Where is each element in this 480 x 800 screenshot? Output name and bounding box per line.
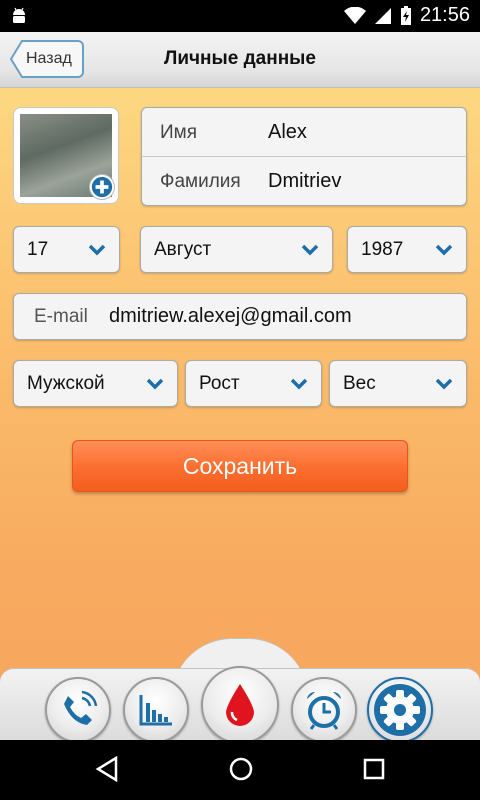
tab-glucose[interactable] bbox=[201, 666, 279, 740]
tab-settings[interactable] bbox=[367, 677, 433, 740]
gender-value: Мужской bbox=[27, 373, 105, 394]
back-nav-icon[interactable] bbox=[95, 756, 119, 782]
last-name-label: Фамилия bbox=[160, 171, 241, 192]
chevron-down-icon bbox=[88, 244, 106, 256]
first-name-label: Имя bbox=[160, 122, 198, 143]
clock: 21:56 bbox=[419, 4, 470, 26]
home-nav-icon[interactable] bbox=[228, 756, 254, 782]
chart-icon bbox=[139, 695, 172, 726]
tab-reminders[interactable] bbox=[291, 677, 357, 740]
chevron-down-icon bbox=[435, 378, 453, 390]
blood-drop-icon bbox=[226, 684, 254, 726]
email-value[interactable]: dmitriew.alexej@gmail.com bbox=[109, 305, 352, 328]
last-name-value[interactable]: Dmitriev bbox=[268, 170, 341, 193]
alarm-clock-icon bbox=[307, 691, 341, 730]
height-select[interactable]: Рост bbox=[185, 360, 322, 407]
first-name-field[interactable]: Имя Alex bbox=[142, 108, 466, 157]
signal-icon bbox=[374, 7, 391, 24]
month-select[interactable]: Август bbox=[140, 226, 333, 273]
android-icon bbox=[13, 7, 25, 23]
year-value: 1987 bbox=[361, 239, 404, 260]
email-label: E-mail bbox=[34, 306, 88, 327]
save-button[interactable]: Сохранить bbox=[72, 440, 408, 492]
personal-data-screen: Назад Личные данные Имя Alex Фамилия Dmi… bbox=[0, 32, 480, 740]
header-bar: Назад Личные данные bbox=[0, 32, 480, 88]
chevron-down-icon bbox=[301, 244, 319, 256]
tab-statistics[interactable] bbox=[123, 677, 189, 740]
email-field[interactable]: E-mail dmitriew.alexej@gmail.com bbox=[13, 293, 467, 340]
name-fields: Имя Alex Фамилия Dmitriev bbox=[141, 107, 467, 206]
phone-icon bbox=[64, 690, 98, 725]
day-select[interactable]: 17 bbox=[13, 226, 120, 273]
page-title: Личные данные bbox=[164, 48, 316, 69]
day-value: 17 bbox=[27, 239, 49, 260]
recents-nav-icon[interactable] bbox=[362, 756, 386, 782]
chevron-down-icon bbox=[290, 378, 308, 390]
year-select[interactable]: 1987 bbox=[347, 226, 467, 273]
height-placeholder: Рост bbox=[199, 373, 240, 394]
chevron-down-icon bbox=[146, 378, 164, 390]
gear-icon bbox=[374, 684, 426, 736]
chevron-down-icon bbox=[435, 244, 453, 256]
tab-calls[interactable] bbox=[45, 677, 111, 740]
system-nav-bar bbox=[0, 740, 480, 800]
avatar-photo[interactable] bbox=[13, 107, 119, 204]
wifi-icon bbox=[343, 6, 366, 24]
first-name-value[interactable]: Alex bbox=[268, 121, 307, 144]
month-value: Август bbox=[154, 239, 212, 260]
last-name-field[interactable]: Фамилия Dmitriev bbox=[142, 157, 466, 206]
gender-select[interactable]: Мужской bbox=[13, 360, 178, 407]
status-bar: 21:56 bbox=[0, 0, 480, 32]
weight-select[interactable]: Вес bbox=[329, 360, 467, 407]
weight-placeholder: Вес bbox=[343, 373, 376, 394]
battery-icon bbox=[400, 5, 411, 25]
add-photo-icon[interactable] bbox=[89, 174, 115, 200]
